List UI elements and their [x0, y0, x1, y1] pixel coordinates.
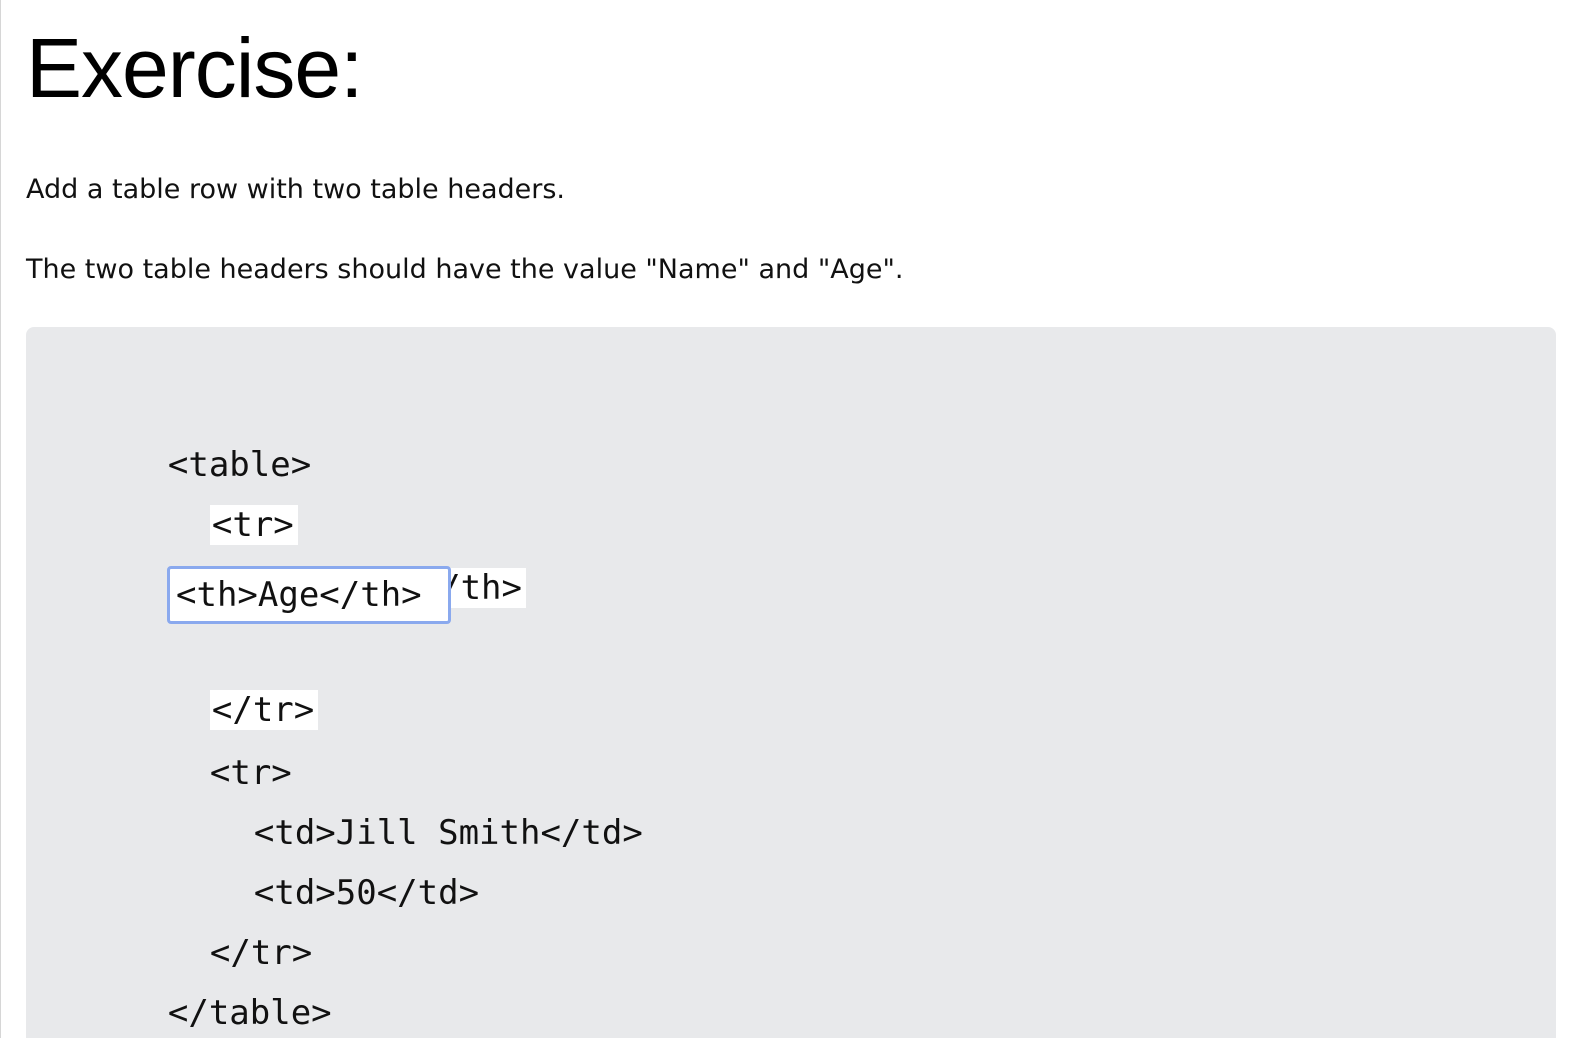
code-line-table-close: </table> — [86, 941, 332, 1038]
exercise-page: Exercise: Add a table row with two table… — [0, 0, 1570, 1038]
page-title: Exercise: — [26, 21, 363, 115]
answer-input-th-age[interactable] — [167, 566, 451, 624]
instruction-2: The two table headers should have the va… — [26, 254, 904, 285]
instruction-1: Add a table row with two table headers. — [26, 174, 566, 205]
code-text: </table> — [167, 993, 332, 1033]
left-border — [0, 0, 1, 1038]
